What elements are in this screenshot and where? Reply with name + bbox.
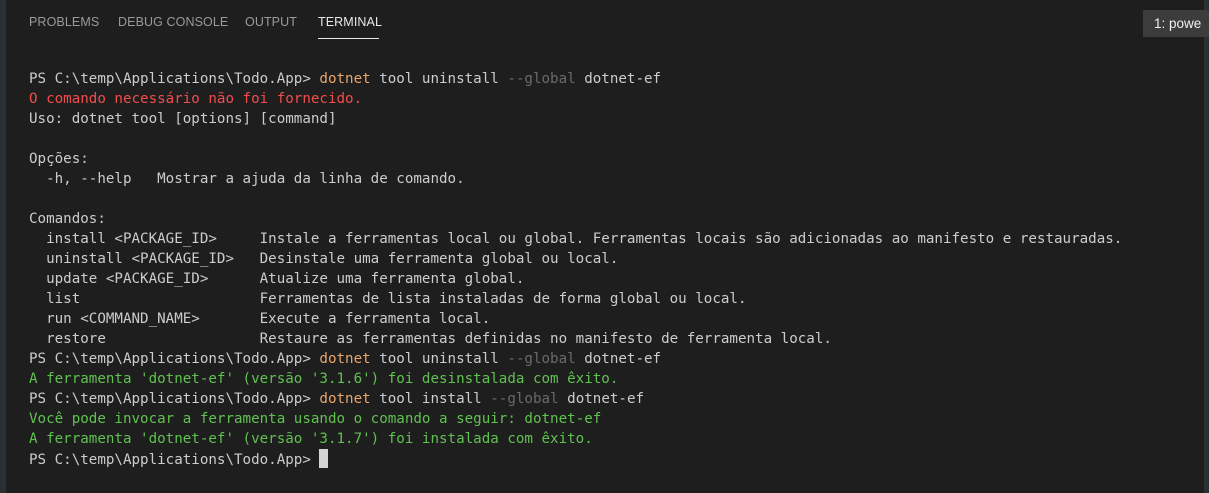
tab-problems[interactable]: PROBLEMS xyxy=(29,15,99,29)
panel-tabs: PROBLEMS DEBUG CONSOLE OUTPUT TERMINAL xyxy=(0,0,1209,46)
command-target: dotnet-ef xyxy=(558,391,645,407)
terminal-command-line: PS C:\temp\Applications\Todo.App> dotnet… xyxy=(29,349,1204,369)
line-text: Opções: xyxy=(29,151,89,167)
line-text: Você pode invocar a ferramenta usando o … xyxy=(29,411,602,427)
terminal-input-line: PS C:\temp\Applications\Todo.App> xyxy=(29,449,1204,469)
output-line: run <COMMAND_NAME> Execute a ferramenta … xyxy=(29,309,1204,329)
active-tab-indicator xyxy=(318,38,379,39)
line-text: restore Restaure as ferramentas definida… xyxy=(29,331,832,347)
line-text: update <PACKAGE_ID> Atualize uma ferrame… xyxy=(29,271,525,287)
output-line: Opções: xyxy=(29,149,1204,169)
terminal-instance-select[interactable]: 1: powe xyxy=(1143,10,1209,37)
output-line: -h, --help Mostrar a ajuda da linha de c… xyxy=(29,169,1204,189)
terminal-command-line: PS C:\temp\Applications\Todo.App> dotnet… xyxy=(29,69,1204,89)
command-args: tool install xyxy=(370,391,491,407)
error-line: O comando necessário não foi fornecido. xyxy=(29,89,1204,109)
output-line: restore Restaure as ferramentas definida… xyxy=(29,329,1204,349)
command-target: dotnet-ef xyxy=(575,351,662,367)
line-text: run <COMMAND_NAME> Execute a ferramenta … xyxy=(29,311,491,327)
output-line: update <PACKAGE_ID> Atualize uma ferrame… xyxy=(29,269,1204,289)
command-args: tool uninstall xyxy=(370,351,508,367)
left-edge xyxy=(0,0,6,493)
output-line: Uso: dotnet tool [options] [command] xyxy=(29,109,1204,129)
terminal-output[interactable]: PS C:\temp\Applications\Todo.App> dotnet… xyxy=(29,69,1204,469)
command-name: dotnet xyxy=(319,351,371,367)
terminal-command-line: PS C:\temp\Applications\Todo.App> dotnet… xyxy=(29,389,1204,409)
tab-output[interactable]: OUTPUT xyxy=(245,15,297,29)
command-flag: --global xyxy=(507,351,576,367)
output-line: list Ferramentas de lista instaladas de … xyxy=(29,289,1204,309)
line-text: uninstall <PACKAGE_ID> Desinstale uma fe… xyxy=(29,251,619,267)
output-line: uninstall <PACKAGE_ID> Desinstale uma fe… xyxy=(29,249,1204,269)
line-text: -h, --help Mostrar a ajuda da linha de c… xyxy=(29,171,465,187)
right-gutter xyxy=(1204,0,1209,493)
output-line: Comandos: xyxy=(29,209,1204,229)
command-target: dotnet-ef xyxy=(575,71,662,87)
terminal-panel: PROBLEMS DEBUG CONSOLE OUTPUT TERMINAL 1… xyxy=(0,0,1209,493)
success-line: A ferramenta 'dotnet-ef' (versão '3.1.7'… xyxy=(29,429,1204,449)
output-line: install <PACKAGE_ID> Instale a ferrament… xyxy=(29,229,1204,249)
line-text: A ferramenta 'dotnet-ef' (versão '3.1.7'… xyxy=(29,431,593,447)
command-args: tool uninstall xyxy=(370,71,508,87)
line-text: Comandos: xyxy=(29,211,106,227)
text-cursor xyxy=(319,449,329,468)
tab-terminal[interactable]: TERMINAL xyxy=(318,15,382,29)
line-text: Uso: dotnet tool [options] [command] xyxy=(29,111,337,127)
line-text: list Ferramentas de lista instaladas de … xyxy=(29,291,747,307)
tab-debug-console[interactable]: DEBUG CONSOLE xyxy=(118,15,228,29)
line-text: O comando necessário não foi fornecido. xyxy=(29,91,363,107)
prompt-text: PS C:\temp\Applications\Todo.App> xyxy=(29,391,320,407)
prompt-text: PS C:\temp\Applications\Todo.App> xyxy=(29,452,320,468)
prompt-text: PS C:\temp\Applications\Todo.App> xyxy=(29,351,320,367)
prompt-text: PS C:\temp\Applications\Todo.App> xyxy=(29,71,320,87)
command-name: dotnet xyxy=(319,391,371,407)
command-flag: --global xyxy=(507,71,576,87)
command-flag: --global xyxy=(490,391,559,407)
line-text: A ferramenta 'dotnet-ef' (versão '3.1.6'… xyxy=(29,371,619,387)
command-name: dotnet xyxy=(319,71,371,87)
success-line: Você pode invocar a ferramenta usando o … xyxy=(29,409,1204,429)
success-line: A ferramenta 'dotnet-ef' (versão '3.1.6'… xyxy=(29,369,1204,389)
line-text: install <PACKAGE_ID> Instale a ferrament… xyxy=(29,231,1123,247)
